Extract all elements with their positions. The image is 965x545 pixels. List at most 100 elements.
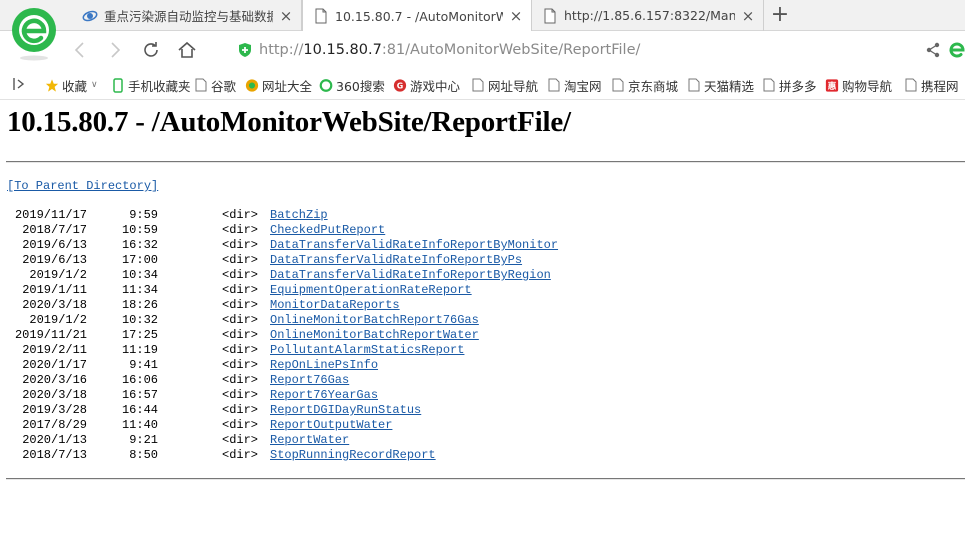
entry-name-link[interactable]: PollutantAlarmStaticsReport — [270, 343, 464, 358]
address-bar[interactable]: http://10.15.80.7:81/AutoMonitorWebSite/… — [232, 37, 922, 63]
entry-type: <dir> — [222, 313, 259, 327]
close-icon[interactable]: × — [509, 9, 523, 24]
entry-name-link[interactable]: StopRunningRecordReport — [270, 448, 436, 463]
bookmark-360-search[interactable]: 360搜索 — [319, 76, 385, 94]
bookmark-ctrip[interactable]: 携程网 — [904, 76, 959, 94]
entry-date: 2019/6/13 — [22, 238, 87, 252]
entry-date: 2019/1/2 — [29, 268, 87, 282]
reload-button[interactable] — [139, 38, 163, 62]
entry-time: 16:32 — [121, 238, 158, 252]
bookmarks-bar: 收藏 ∨ 手机收藏夹 谷歌 网址大全 360搜索 G 游戏中心 网址导航 淘宝网… — [0, 68, 965, 100]
entry-date: 2018/7/17 — [22, 223, 87, 237]
entry-time: 17:25 — [121, 328, 158, 342]
entry-time: 16:44 — [121, 403, 158, 417]
bookmark-pinduoduo[interactable]: 拼多多 — [762, 76, 817, 94]
bookmark-shopping-nav[interactable]: 惠 购物导航 — [825, 76, 892, 94]
navigation-bar: http://10.15.80.7:81/AutoMonitorWebSite/… — [0, 31, 965, 68]
entry-type: <dir> — [222, 403, 259, 417]
entry-name-link[interactable]: DataTransferValidRateInfoReportByMonitor — [270, 238, 558, 253]
ie-mode-icon[interactable] — [947, 39, 965, 61]
entry-time: 16:57 — [121, 388, 158, 402]
entry-time: 8:50 — [129, 448, 158, 462]
game-icon: G — [393, 78, 407, 93]
url-text[interactable]: http://10.15.80.7:81/AutoMonitorWebSite/… — [259, 42, 640, 58]
entry-time: 10:32 — [121, 313, 158, 327]
entry-name-link[interactable]: RepOnLinePsInfo — [270, 358, 378, 373]
entry-type: <dir> — [222, 223, 259, 237]
url-scheme: http:// — [259, 42, 304, 58]
tab-report-file[interactable]: 10.15.80.7 - /AutoMonitorWebSite × — [302, 0, 532, 32]
hui-icon: 惠 — [825, 78, 839, 93]
entry-time: 16:06 — [121, 373, 158, 387]
bookmark-nav[interactable]: 网址导航 — [471, 76, 538, 94]
parent-directory-link[interactable]: [To Parent Directory] — [7, 179, 158, 193]
entry-time: 17:00 — [121, 253, 158, 267]
entry-name-link[interactable]: ReportDGIDayRunStatus — [270, 403, 421, 418]
entry-name-link[interactable]: CheckedPutReport — [270, 223, 385, 238]
tab-manage-page[interactable]: http://1.85.6.157:8322/Manage × — [532, 0, 764, 31]
entry-name-link[interactable]: DataTransferValidRateInfoReportByPs — [270, 253, 522, 268]
close-icon[interactable]: × — [741, 8, 755, 23]
browser-logo-icon[interactable] — [10, 6, 60, 62]
bookmark-url-directory[interactable]: 网址大全 — [245, 76, 312, 94]
bookmark-taobao[interactable]: 淘宝网 — [547, 76, 602, 94]
document-icon — [471, 78, 485, 93]
entry-type: <dir> — [222, 448, 259, 462]
bookmark-tmall[interactable]: 天猫精选 — [687, 76, 754, 94]
entry-name-link[interactable]: Report76Gas — [270, 373, 349, 388]
entry-name-link[interactable]: ReportOutputWater — [270, 418, 392, 433]
forward-button[interactable] — [103, 38, 127, 62]
bookmark-label: 谷歌 — [211, 78, 237, 94]
phone-icon — [111, 77, 125, 93]
share-icon[interactable] — [924, 41, 942, 59]
entry-date: 2020/3/18 — [22, 298, 87, 312]
star-icon — [45, 78, 59, 93]
new-tab-button[interactable]: + — [768, 4, 792, 28]
entry-name-link[interactable]: BatchZip — [270, 208, 328, 223]
entry-date: 2020/3/18 — [22, 388, 87, 402]
entry-time: 10:34 — [121, 268, 158, 282]
document-icon — [313, 8, 329, 24]
entry-name-link[interactable]: DataTransferValidRateInfoReportByRegion — [270, 268, 551, 283]
document-icon — [762, 78, 776, 93]
url-host: 10.15.80.7 — [303, 42, 382, 58]
tab-strip: 重点污染源自动监控与基础数据库 × 10.15.80.7 - /AutoMoni… — [0, 0, 965, 32]
bookmark-label: 网址大全 — [262, 78, 313, 94]
search-360-icon — [319, 78, 333, 93]
page-content: 10.15.80.7 - /AutoMonitorWebSite/ReportF… — [0, 101, 965, 545]
entry-name-link[interactable]: OnlineMonitorBatchReport76Gas — [270, 313, 479, 328]
bookmark-game-center[interactable]: G 游戏中心 — [393, 76, 460, 94]
document-icon — [547, 78, 561, 93]
tab-pollution-monitoring[interactable]: 重点污染源自动监控与基础数据库 × — [72, 0, 302, 31]
bookmark-label: 拼多多 — [779, 78, 817, 94]
entry-date: 2019/3/28 — [22, 403, 87, 417]
bookmark-favorites[interactable]: 收藏 ∨ — [45, 76, 98, 94]
bookmark-label: 携程网 — [921, 78, 959, 94]
back-button[interactable] — [68, 38, 92, 62]
entry-type: <dir> — [222, 253, 259, 267]
entry-type: <dir> — [222, 283, 259, 297]
entry-name-link[interactable]: Report76YearGas — [270, 388, 378, 403]
entry-type: <dir> — [222, 208, 259, 222]
bookmark-jd[interactable]: 京东商城 — [611, 76, 678, 94]
home-button[interactable] — [175, 38, 199, 62]
entry-name-link[interactable]: MonitorDataReports — [270, 298, 400, 313]
entry-time: 9:59 — [129, 208, 158, 222]
entry-date: 2019/2/11 — [22, 343, 87, 357]
sidebar-toggle-icon[interactable] — [12, 76, 26, 92]
entry-type: <dir> — [222, 328, 259, 342]
bookmark-mobile-favorites[interactable]: 手机收藏夹 — [111, 76, 191, 94]
entry-type: <dir> — [222, 388, 259, 402]
entry-date: 2019/1/2 — [29, 313, 87, 327]
ie-page-icon — [82, 8, 98, 24]
entry-name-link[interactable]: EquipmentOperationRateReport — [270, 283, 472, 298]
bookmark-google[interactable]: 谷歌 — [194, 76, 236, 94]
entry-time: 9:41 — [129, 358, 158, 372]
shield-icon — [237, 42, 253, 58]
entry-name-link[interactable]: ReportWater — [270, 433, 349, 448]
entry-type: <dir> — [222, 358, 259, 372]
page-title: 10.15.80.7 - /AutoMonitorWebSite/ReportF… — [7, 106, 571, 138]
close-icon[interactable]: × — [279, 8, 293, 23]
entry-name-link[interactable]: OnlineMonitorBatchReportWater — [270, 328, 479, 343]
bookmark-label: 网址导航 — [488, 78, 539, 94]
